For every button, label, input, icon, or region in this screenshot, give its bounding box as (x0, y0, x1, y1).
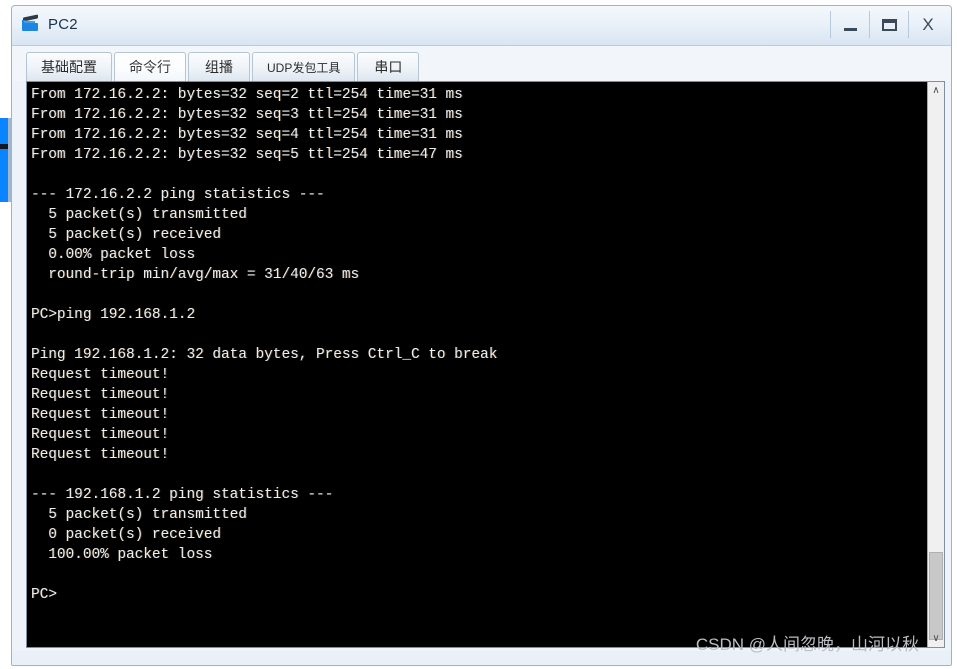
tab-3[interactable]: UDP发包工具 (252, 52, 356, 81)
terminal-line: 0.00% packet loss (31, 247, 196, 263)
tab-2[interactable]: 组播 (188, 52, 250, 81)
tab-label: 命令行 (129, 59, 171, 75)
tab-label: 串口 (374, 59, 403, 75)
tab-label: UDP发包工具 (267, 60, 341, 75)
terminal-line: 5 packet(s) transmitted (31, 507, 247, 523)
scroll-down-icon[interactable]: ∨ (928, 630, 944, 647)
terminal-line: 5 packet(s) received (31, 227, 221, 243)
canvas-selection-marker (0, 118, 8, 202)
terminal-line: From 172.16.2.2: bytes=32 seq=5 ttl=254 … (31, 147, 463, 163)
terminal-line: 100.00% packet loss (31, 547, 213, 563)
window-controls: X (830, 11, 947, 38)
terminal-line: Request timeout! (31, 427, 170, 443)
terminal-scrollbar[interactable]: ∧ ∨ (927, 82, 944, 647)
terminal-line: PC> (31, 587, 57, 603)
terminal-output[interactable]: From 172.16.2.2: bytes=32 seq=2 ttl=254 … (27, 82, 927, 647)
window-title: PC2 (48, 15, 78, 33)
screen: PC2 X 基础配置 命令行 组播 UDP发包工具 串口 From 172.16.2.2… (0, 0, 957, 669)
terminal-line: From 172.16.2.2: bytes=32 seq=4 ttl=254 … (31, 127, 463, 143)
close-button[interactable]: X (908, 11, 947, 38)
terminal-line: round-trip min/avg/max = 31/40/63 ms (31, 267, 360, 283)
tab-bar: 基础配置 命令行 组播 UDP发包工具 串口 (12, 46, 951, 81)
tab-label: 组播 (205, 59, 233, 75)
tab-0[interactable]: 基础配置 (26, 52, 112, 81)
minimize-button[interactable] (830, 11, 869, 38)
terminal-line: From 172.16.2.2: bytes=32 seq=2 ttl=254 … (31, 87, 463, 103)
terminal-line: PC>ping 192.168.1.2 (31, 307, 196, 323)
window-title-group: PC2 (21, 14, 78, 34)
terminal-line: From 172.16.2.2: bytes=32 seq=3 ttl=254 … (31, 107, 463, 123)
maximize-icon (881, 18, 897, 31)
pc-device-icon (21, 14, 41, 34)
terminal-line: 5 packet(s) transmitted (31, 207, 247, 223)
terminal-line: Request timeout! (31, 387, 170, 403)
close-icon: X (922, 15, 934, 34)
scrollbar-thumb[interactable] (929, 552, 943, 640)
terminal-line: Request timeout! (31, 447, 170, 463)
terminal-line: Ping 192.168.1.2: 32 data bytes, Press C… (31, 347, 498, 363)
canvas-selection-notch (0, 144, 8, 149)
scroll-up-icon[interactable]: ∧ (928, 82, 944, 99)
terminal-line: 0 packet(s) received (31, 527, 221, 543)
terminal-panel: From 172.16.2.2: bytes=32 seq=2 ttl=254 … (26, 81, 945, 648)
window-bottom-strip (12, 651, 951, 665)
tab-1[interactable]: 命令行 (114, 52, 186, 81)
tab-4[interactable]: 串口 (357, 52, 420, 81)
terminal-line: Request timeout! (31, 367, 170, 383)
minimize-icon (843, 27, 857, 31)
pc2-window: PC2 X 基础配置 命令行 组播 UDP发包工具 串口 From 172.16.2.2… (11, 5, 952, 666)
window-titlebar[interactable]: PC2 X (12, 6, 951, 46)
maximize-button[interactable] (869, 11, 908, 38)
tab-label: 基础配置 (41, 59, 97, 75)
terminal-line: --- 192.168.1.2 ping statistics --- (31, 487, 334, 503)
terminal-line: Request timeout! (31, 407, 170, 423)
terminal-line: --- 172.16.2.2 ping statistics --- (31, 187, 325, 203)
